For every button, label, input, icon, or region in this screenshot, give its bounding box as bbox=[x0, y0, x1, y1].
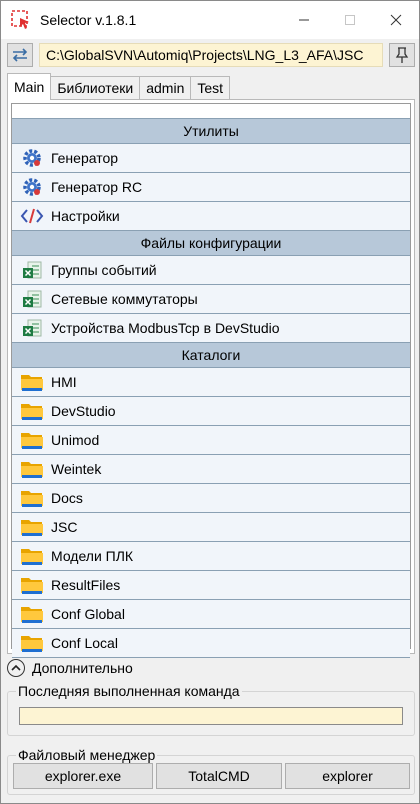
list-item-label: Модели ПЛК bbox=[51, 548, 134, 564]
window-title: Selector v.1.8.1 bbox=[40, 12, 137, 28]
list-item-generator[interactable]: Генератор bbox=[12, 144, 410, 173]
maximize-button[interactable] bbox=[327, 1, 373, 39]
command-list[interactable]: Утилиты Генератор Генератор RC Настройки… bbox=[11, 103, 411, 658]
list-item-folder[interactable]: DevStudio bbox=[12, 397, 410, 426]
list-item-folder[interactable]: Docs bbox=[12, 484, 410, 513]
tab-strip: Main Библиотеки admin Test bbox=[7, 73, 231, 100]
section-header-config-files: Файлы конфигурации bbox=[12, 231, 410, 256]
tab-admin[interactable]: admin bbox=[139, 76, 192, 100]
folder-icon bbox=[20, 457, 44, 481]
list-item-label: Docs bbox=[51, 490, 83, 506]
list-item-label: Генератор bbox=[51, 150, 119, 166]
list-item-folder[interactable]: Unimod bbox=[12, 426, 410, 455]
list-item-label: DevStudio bbox=[51, 403, 116, 419]
last-command-group: Последняя выполненная команда bbox=[7, 683, 415, 736]
code-icon bbox=[20, 204, 44, 228]
folder-icon bbox=[20, 428, 44, 452]
excel-icon bbox=[20, 316, 44, 340]
chevron-up-icon bbox=[7, 659, 25, 677]
selector-window: Selector v.1.8.1 C:\GlobalSVN\Automiq\Pr… bbox=[0, 0, 420, 804]
folder-icon bbox=[20, 602, 44, 626]
list-item-folder[interactable]: Conf Global bbox=[12, 600, 410, 629]
list-top-spacer bbox=[12, 104, 410, 119]
tab-test[interactable]: Test bbox=[190, 76, 231, 100]
section-header-catalogs: Каталоги bbox=[12, 343, 410, 368]
list-item-event-groups[interactable]: Группы событий bbox=[12, 256, 410, 285]
list-item-network-switches[interactable]: Сетевые коммутаторы bbox=[12, 285, 410, 314]
close-icon bbox=[390, 14, 402, 26]
advanced-label: Дополнительно bbox=[32, 660, 133, 676]
last-command-field[interactable] bbox=[19, 707, 403, 725]
list-item-label: Генератор RC bbox=[51, 179, 143, 195]
list-item-label: Conf Global bbox=[51, 606, 125, 622]
tab-libraries[interactable]: Библиотеки bbox=[50, 76, 141, 100]
pin-button[interactable] bbox=[389, 43, 415, 67]
file-manager-group: Файловый менеджер explorer.exe TotalCMD … bbox=[7, 747, 415, 795]
folder-icon bbox=[20, 515, 44, 539]
section-header-utilities: Утилиты bbox=[12, 119, 410, 144]
maximize-icon bbox=[345, 15, 355, 25]
folder-icon bbox=[20, 544, 44, 568]
folder-icon bbox=[20, 399, 44, 423]
list-item-label: Weintek bbox=[51, 461, 102, 477]
list-item-label: HMI bbox=[51, 374, 77, 390]
path-row: C:\GlobalSVN\Automiq\Projects\LNG_L3_AFA… bbox=[5, 41, 415, 69]
pin-icon bbox=[395, 47, 409, 63]
list-item-label: Устройства ModbusTcp в DevStudio bbox=[51, 320, 280, 336]
list-item-label: ResultFiles bbox=[51, 577, 121, 593]
list-item-folder[interactable]: JSC bbox=[12, 513, 410, 542]
list-item-settings[interactable]: Настройки bbox=[12, 202, 410, 231]
list-item-generator-rc[interactable]: Генератор RC bbox=[12, 173, 410, 202]
advanced-toggle[interactable]: Дополнительно bbox=[7, 657, 133, 679]
list-item-modbus-devices[interactable]: Устройства ModbusTcp в DevStudio bbox=[12, 314, 410, 343]
list-item-label: Conf Local bbox=[51, 635, 118, 651]
minimize-button[interactable] bbox=[281, 1, 327, 39]
selector-app-icon bbox=[11, 10, 29, 29]
excel-icon bbox=[20, 258, 44, 282]
swap-arrows-icon bbox=[12, 48, 28, 62]
list-item-label: Сетевые коммутаторы bbox=[51, 291, 198, 307]
list-item-label: Unimod bbox=[51, 432, 100, 448]
list-item-folder[interactable]: HMI bbox=[12, 368, 410, 397]
title-bar[interactable]: Selector v.1.8.1 bbox=[1, 1, 419, 39]
gear-icon bbox=[20, 146, 44, 170]
last-command-title: Последняя выполненная команда bbox=[16, 683, 242, 699]
list-item-folder[interactable]: ResultFiles bbox=[12, 571, 410, 600]
current-path-field[interactable]: C:\GlobalSVN\Automiq\Projects\LNG_L3_AFA… bbox=[39, 43, 383, 67]
list-item-folder[interactable]: Weintek bbox=[12, 455, 410, 484]
list-item-folder[interactable]: Conf Local bbox=[12, 629, 410, 658]
minimize-icon bbox=[299, 19, 309, 21]
list-item-folder[interactable]: Модели ПЛК bbox=[12, 542, 410, 571]
explorer-button[interactable]: explorer bbox=[285, 763, 410, 789]
list-item-label: Группы событий bbox=[51, 262, 157, 278]
folder-icon bbox=[20, 370, 44, 394]
gear-icon bbox=[20, 175, 44, 199]
file-manager-title: Файловый менеджер bbox=[16, 747, 158, 763]
list-item-label: Настройки bbox=[51, 208, 120, 224]
folder-icon bbox=[20, 631, 44, 655]
explorer-exe-button[interactable]: explorer.exe bbox=[13, 763, 153, 789]
close-button[interactable] bbox=[373, 1, 419, 39]
folder-icon bbox=[20, 573, 44, 597]
tab-panel-main: Утилиты Генератор Генератор RC Настройки… bbox=[7, 99, 415, 658]
excel-icon bbox=[20, 287, 44, 311]
totalcmd-button[interactable]: TotalCMD bbox=[156, 763, 282, 789]
list-item-label: JSC bbox=[51, 519, 78, 535]
swap-path-button[interactable] bbox=[7, 43, 33, 67]
folder-icon bbox=[20, 486, 44, 510]
tab-main[interactable]: Main bbox=[7, 73, 52, 100]
